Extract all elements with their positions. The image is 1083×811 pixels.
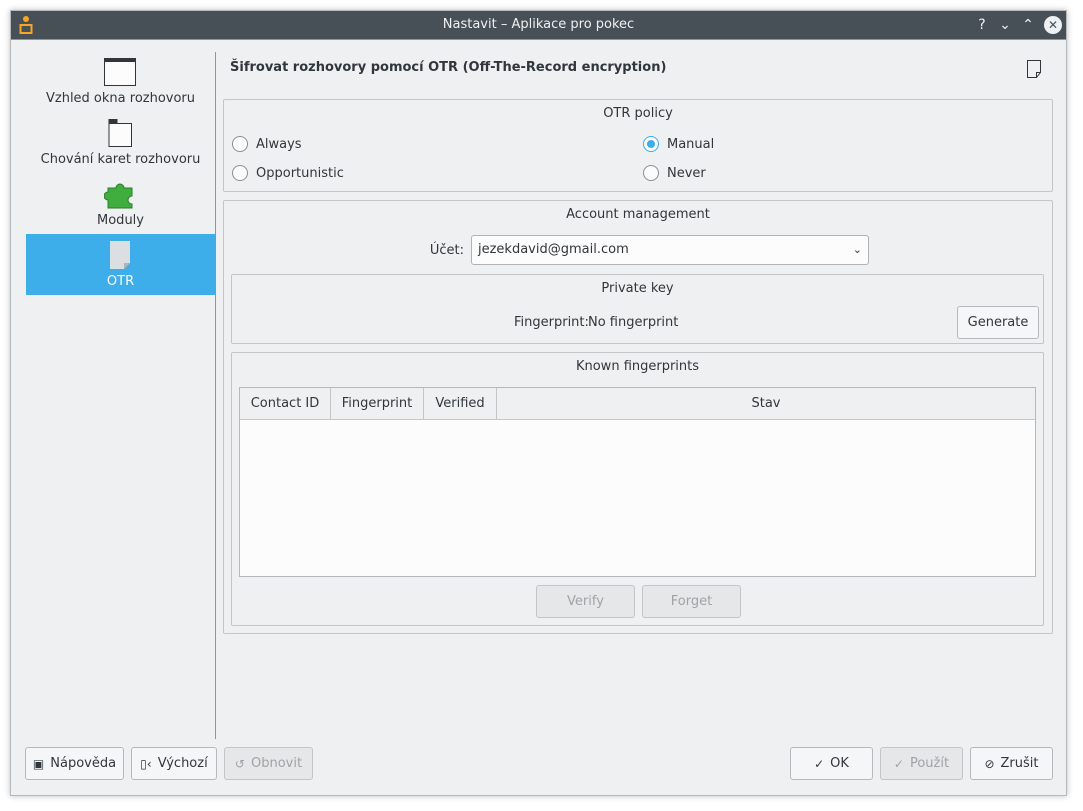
defaults-button[interactable]: ▯‹ Výchozí (131, 747, 217, 780)
sidebar-divider (215, 52, 216, 739)
column-header-verified[interactable]: Verified (424, 388, 497, 420)
sidebar-item-otr[interactable]: OTR (26, 234, 215, 295)
sidebar-item-window-appearance[interactable]: Vzhled okna rozhovoru (26, 51, 215, 112)
puzzle-plugin-icon (104, 183, 133, 209)
radio-circle[interactable] (643, 165, 659, 181)
apply-button[interactable]: ✓ Použít (880, 747, 963, 780)
account-label: Účet: (429, 243, 464, 258)
sidebar-item-label: Vzhled okna rozhovoru (45, 91, 196, 106)
radio-circle[interactable] (232, 165, 248, 181)
reset-button-label: Obnovit (250, 756, 303, 771)
check-icon: ✓ (814, 756, 825, 771)
radio-always[interactable]: Always (232, 134, 302, 154)
titlebar[interactable]: Nastavit – Aplikace pro pokec ? ⌄ ⌃ ✕ (11, 11, 1066, 39)
radio-opportunistic[interactable]: Opportunistic (232, 163, 344, 183)
tab-icon (108, 119, 132, 147)
page-title: Šifrovat rozhovory pomocí OTR (Off-The-R… (230, 60, 667, 75)
column-header-status[interactable]: Stav (497, 388, 1035, 420)
cancel-icon: ⊘ (984, 756, 995, 771)
sidebar-item-plugins[interactable]: Moduly (26, 173, 215, 234)
help-icon[interactable]: ? (973, 16, 991, 34)
verify-button-label: Verify (567, 594, 604, 609)
sidebar-item-label: OTR (106, 274, 135, 289)
fingerprint-label: Fingerprint: (514, 315, 589, 330)
private-key-title: Private key (601, 281, 674, 296)
radio-label: Never (667, 165, 706, 181)
maximize-icon[interactable]: ⌃ (1019, 16, 1037, 34)
sidebar: Vzhled okna rozhovoru Chování karet rozh… (26, 51, 216, 739)
help-button[interactable]: ▣ Nápověda (25, 747, 124, 780)
sidebar-item-tab-behavior[interactable]: Chování karet rozhovoru (26, 112, 215, 173)
defaults-button-label: Výchozí (157, 756, 208, 771)
window-title: Nastavit – Aplikace pro pokec (442, 17, 635, 32)
radio-circle[interactable] (643, 136, 659, 152)
fingerprint-value: No fingerprint (588, 315, 679, 330)
forget-button[interactable]: Forget (642, 585, 741, 618)
page-document-icon (1027, 60, 1041, 78)
account-combo[interactable]: jezekdavid@gmail.com ⌄ (471, 235, 869, 265)
account-management-group: Account management Účet: jezekdavid@gmai… (223, 200, 1053, 634)
otr-policy-group: OTR policy Always Manual Opportunistic N… (223, 99, 1053, 192)
radio-never[interactable]: Never (643, 163, 706, 183)
otr-policy-title: OTR policy (603, 106, 673, 121)
sidebar-item-label: Chování karet rozhovoru (40, 152, 201, 167)
cancel-button-label: Zrušit (1000, 756, 1039, 771)
lifebuoy-icon: ▣ (32, 756, 45, 771)
radio-label: Always (256, 136, 302, 152)
cancel-button[interactable]: ⊘ Zrušit (970, 747, 1053, 780)
generate-button[interactable]: Generate (957, 306, 1039, 339)
apply-button-label: Použít (909, 756, 950, 771)
column-header-fingerprint[interactable]: Fingerprint (331, 388, 424, 420)
settings-window: Nastavit – Aplikace pro pokec ? ⌄ ⌃ ✕ Vz… (10, 10, 1067, 796)
window-icon (104, 58, 136, 86)
minimize-icon[interactable]: ⌄ (996, 16, 1014, 34)
radio-label: Manual (667, 136, 715, 152)
sidebar-item-label: Moduly (97, 213, 144, 228)
radio-manual[interactable]: Manual (643, 134, 714, 154)
radio-label: Opportunistic (256, 165, 344, 181)
fingerprints-table[interactable]: Contact ID Fingerprint Verified Stav (239, 387, 1036, 577)
column-header-contact-id[interactable]: Contact ID (240, 388, 331, 420)
help-button-label: Nápověda (50, 756, 117, 771)
known-fingerprints-title: Known fingerprints (575, 359, 700, 374)
generate-button-label: Generate (967, 315, 1029, 330)
forget-button-label: Forget (670, 594, 713, 609)
check-icon: ✓ (893, 756, 904, 771)
document-icon (110, 241, 130, 269)
private-key-group: Private key Fingerprint: No fingerprint … (231, 274, 1044, 344)
account-combo-value: jezekdavid@gmail.com (478, 242, 629, 257)
ok-button-label: OK (830, 756, 849, 771)
document-revert-icon: ▯‹ (140, 756, 152, 771)
radio-circle[interactable] (232, 136, 248, 152)
chevron-down-icon: ⌄ (852, 243, 862, 256)
known-fingerprints-group: Known fingerprints Contact ID Fingerprin… (231, 352, 1044, 626)
reset-button[interactable]: ↺ Obnovit (224, 747, 313, 780)
undo-icon: ↺ (234, 756, 245, 771)
titlebar-accent-line (11, 39, 1066, 40)
verify-button[interactable]: Verify (536, 585, 635, 618)
account-management-title: Account management (566, 207, 710, 222)
ok-button[interactable]: ✓ OK (790, 747, 873, 780)
close-icon[interactable]: ✕ (1044, 16, 1062, 34)
